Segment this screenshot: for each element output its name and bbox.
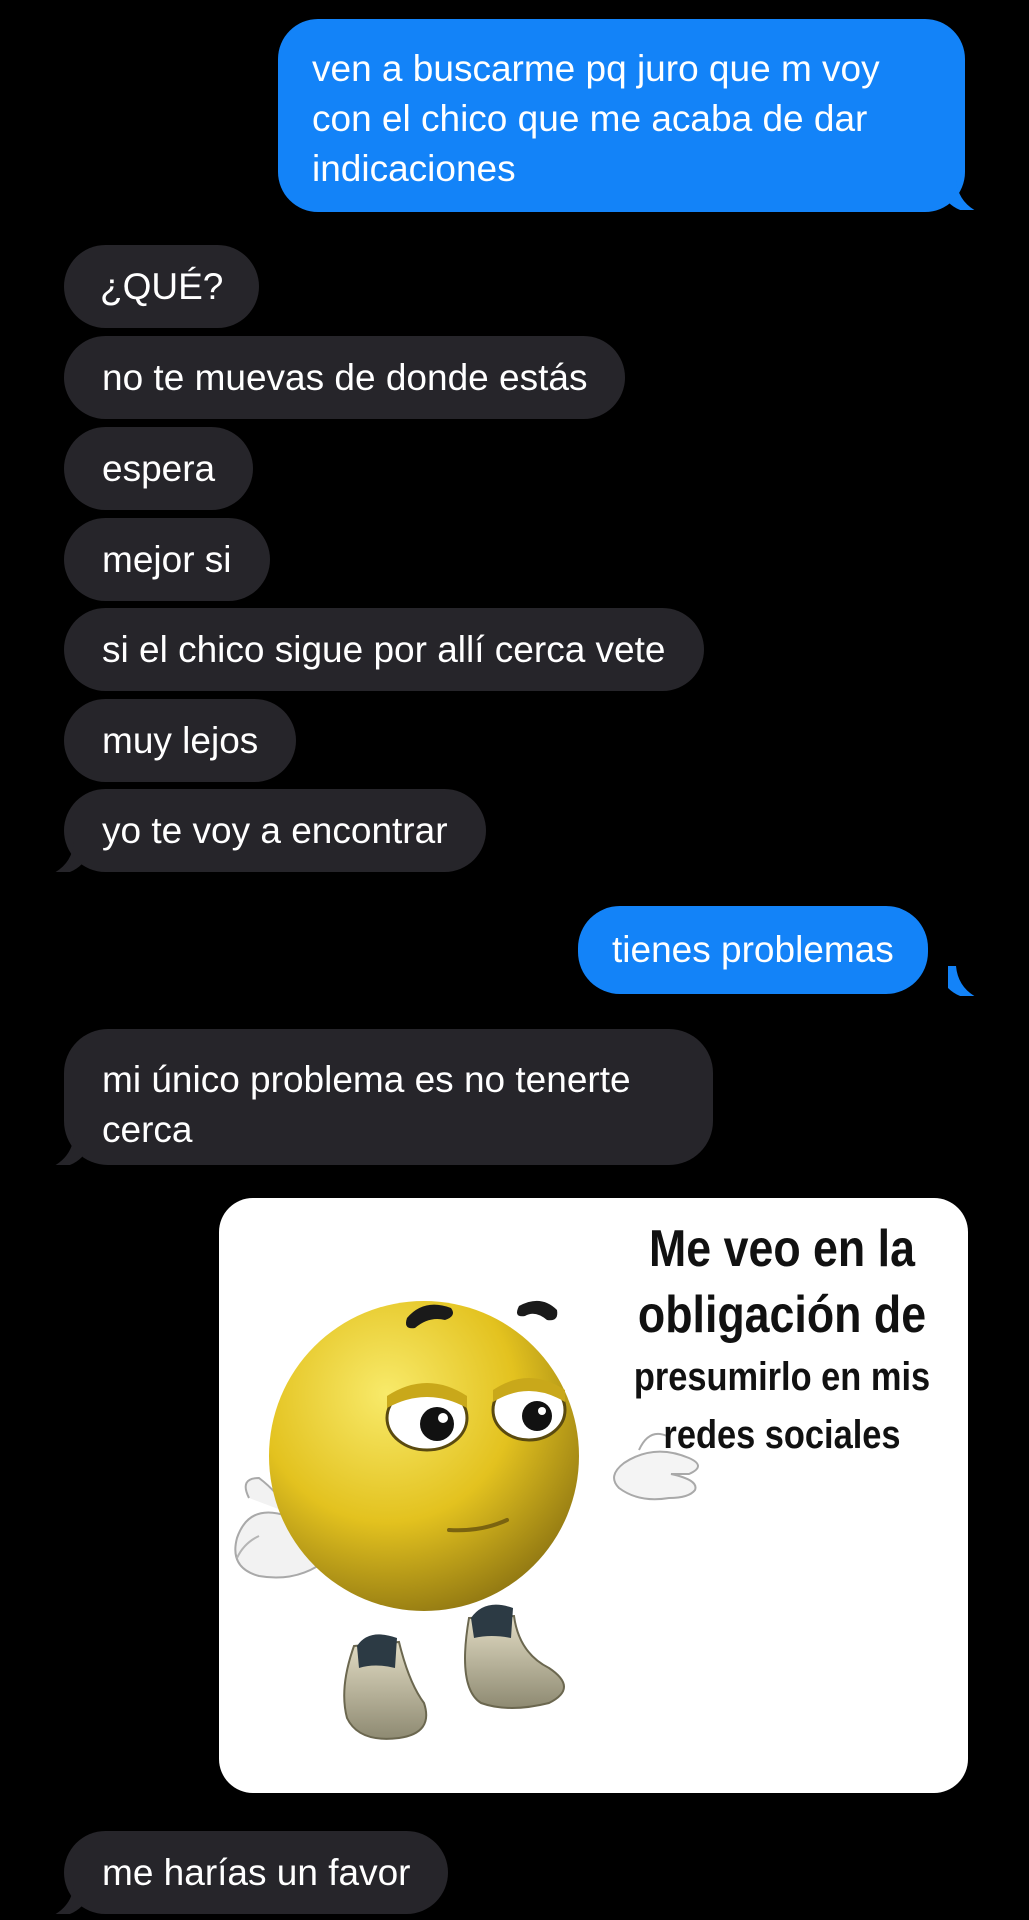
meme-caption-line-4: redes sociales	[663, 1413, 901, 1457]
message-text: no te muevas de donde estás	[102, 357, 588, 398]
message-text: mejor si	[102, 539, 232, 580]
message-bubble-incoming[interactable]: mi único problema es no tenerte cerca	[64, 1029, 713, 1165]
message-text: ven a buscarme pq juro que m voy con el …	[312, 48, 880, 189]
message-image-meme[interactable]: Me veo en la obligación de presumirlo en…	[219, 1198, 968, 1793]
message-bubble-incoming[interactable]: espera	[64, 427, 254, 510]
message-text: mi único problema es no tenerte cerca	[102, 1059, 631, 1150]
message-bubble-incoming[interactable]: me harías un favor	[64, 1831, 449, 1914]
meme-caption-line-1: Me veo en la	[649, 1220, 915, 1278]
meme-caption-line-2: obligación de	[637, 1286, 927, 1344]
message-bubble-incoming[interactable]: muy lejos	[64, 699, 297, 782]
shoes-icon	[343, 1604, 565, 1740]
message-bubble-outgoing[interactable]: ven a buscarme pq juro que m voy con el …	[278, 19, 965, 212]
message-text: yo te voy a encontrar	[102, 810, 448, 851]
meme-caption: Me veo en la obligación de presumirlo en…	[597, 1216, 967, 1464]
bubble-tail-incoming	[55, 1884, 82, 1914]
conversation-screen: { "colors": { "background": "#000000", "…	[0, 0, 1029, 1920]
bubble-tail-incoming	[55, 842, 82, 872]
message-text: muy lejos	[102, 720, 259, 761]
message-bubble-incoming[interactable]: si el chico sigue por allí cerca vete	[64, 608, 704, 691]
message-bubble-incoming[interactable]: no te muevas de donde estás	[64, 336, 626, 419]
message-text: tienes problemas	[612, 929, 894, 970]
message-text: espera	[102, 448, 216, 489]
message-bubble-incoming[interactable]: ¿QUÉ?	[64, 245, 260, 328]
message-bubble-incoming[interactable]: yo te voy a encontrar	[64, 789, 486, 872]
message-text: me harías un favor	[102, 1852, 411, 1893]
bubble-tail-outgoing	[948, 966, 975, 996]
emoji-face-icon	[269, 1301, 579, 1611]
bubble-tail-incoming	[55, 1135, 82, 1165]
bubble-tail-outgoing	[948, 180, 975, 210]
message-text: ¿QUÉ?	[100, 266, 224, 307]
message-bubble-outgoing[interactable]: tienes problemas	[578, 906, 928, 994]
message-bubble-incoming[interactable]: mejor si	[64, 518, 270, 601]
message-text: si el chico sigue por allí cerca vete	[102, 629, 666, 670]
meme-caption-line-3: presumirlo en mis	[633, 1355, 931, 1399]
